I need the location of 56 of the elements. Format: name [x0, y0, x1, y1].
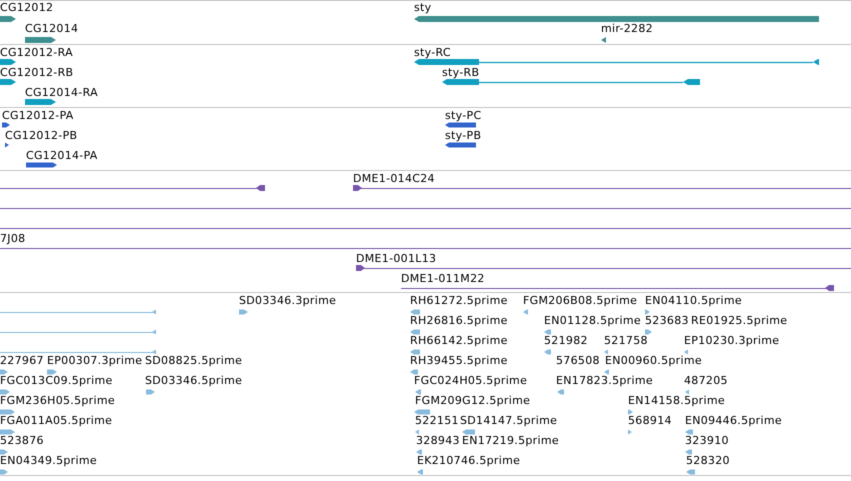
feature-label: 576508: [556, 354, 600, 367]
feature-label: EN09446.5prime: [685, 414, 782, 427]
feature-label: FGC013C09.5prime: [0, 374, 113, 387]
feature-label: DME1-014C24: [353, 172, 435, 185]
feature-label: FGC024H05.5prime: [414, 374, 528, 387]
feature-label: RE01925.5prime: [691, 314, 788, 327]
feature-label: CG12014: [25, 22, 78, 35]
feature-label: sty-RC: [414, 46, 451, 59]
feature-label: EK210746.5prime: [417, 454, 520, 467]
feature-label: 522151: [415, 414, 459, 427]
feature-label: SD03346.3prime: [239, 294, 336, 307]
feature-label: EP10230.3prime: [684, 334, 780, 347]
feature-label: EN04110.5prime: [645, 294, 742, 307]
feature-label: EN00960.5prime: [605, 354, 702, 367]
feature-label: CG12014-RA: [25, 86, 98, 99]
feature-label: EN04349.5prime: [0, 454, 97, 467]
feature-label: 328943: [416, 434, 460, 447]
feature-label: CG12014-PA: [26, 149, 98, 162]
feature-label: RH61272.5prime: [410, 294, 508, 307]
feature-label: EN01128.5prime: [544, 314, 641, 327]
feature-label: 521758: [604, 334, 648, 347]
feature-label: RH66142.5prime: [410, 334, 508, 347]
feature-label: RH26816.5prime: [410, 314, 508, 327]
feature-label: sty-RB: [442, 66, 480, 79]
feature-label: FGM236H05.5prime: [0, 394, 115, 407]
feature-label: 528320: [686, 454, 730, 467]
feature-label: EP00307.3prime: [47, 354, 142, 367]
feature-label: DME1-011M22: [401, 272, 485, 285]
feature-label: 323910: [685, 434, 729, 447]
feature-label: 568914: [628, 414, 672, 427]
feature-label: EN17823.5prime: [556, 374, 653, 387]
feature-label: CG12012: [0, 1, 54, 14]
feature-label: EN14158.5prime: [628, 394, 725, 407]
feature-label: 7J08: [0, 232, 26, 245]
feature-label: FGM206B08.5prime: [523, 294, 638, 307]
feature-label: EN17219.5prime: [462, 434, 559, 447]
feature-label: SD08825.5prime: [145, 354, 242, 367]
feature-label: CG12012-PA: [2, 109, 74, 122]
feature-label: sty: [414, 1, 432, 14]
feature-label: mir-2282: [601, 22, 653, 35]
feature-label: FGM209G12.5prime: [415, 394, 530, 407]
feature-label: FGA011A05.5prime: [0, 414, 112, 427]
feature-label: CG12012-PB: [5, 129, 78, 142]
feature-label: SD14147.5prime: [460, 414, 558, 427]
feature-label: RH39455.5prime: [410, 354, 508, 367]
feature-label: CG12012-RB: [0, 66, 74, 79]
feature-label: CG12012-RA: [0, 46, 73, 59]
feature-label: 523683: [645, 314, 689, 327]
feature-label: 487205: [684, 374, 728, 387]
feature-label: 523876: [0, 434, 44, 447]
feature-label: 521982: [544, 334, 588, 347]
feature-label: DME1-001L13: [356, 252, 436, 265]
feature-label: sty-PB: [445, 129, 482, 142]
feature-label: sty-PC: [445, 109, 482, 122]
feature-label: SD03346.5prime: [145, 374, 242, 387]
feature-label: 227967: [0, 354, 44, 367]
